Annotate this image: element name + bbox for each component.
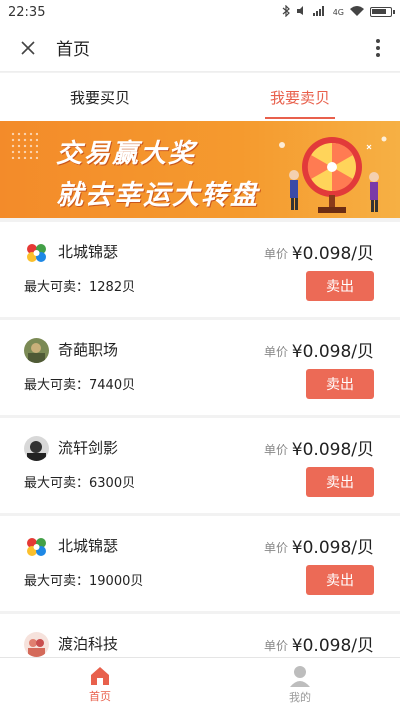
wifi-icon [350,5,364,19]
unit-price: ¥0.098/贝 [291,244,374,264]
sell-button[interactable]: 卖出 [306,271,374,301]
status-icons: 4G [282,4,395,20]
seller-name: 流轩剑影 [58,439,119,457]
seller-name: 奇葩职场 [58,341,119,359]
mute-icon [296,5,307,19]
network-label: 4G [332,7,344,17]
list-item: 北城锦瑟 单价 ¥0.098/贝 最大可卖：19000贝 卖出 [0,516,400,611]
status-time: 22:35 [8,4,46,20]
home-icon [91,666,109,685]
max-sellable: 最大可卖：19000贝 [24,574,144,589]
status-bar: 22:35 4G [0,0,400,24]
avatar [24,632,49,657]
price-label: 单价 [263,247,288,261]
bottom-nav-mine-label: 我的 [289,690,311,704]
sell-button[interactable]: 卖出 [306,565,374,595]
unit-price: ¥0.098/贝 [291,440,374,460]
close-button[interactable] [0,24,56,72]
bottom-nav-home[interactable]: 首页 [0,658,200,711]
sell-button[interactable]: 卖出 [306,467,374,497]
list-item: 奇葩职场 单价 ¥0.098/贝 最大可卖：7440贝 卖出 [0,320,400,415]
price-label: 单价 [263,541,288,555]
user-icon [290,665,310,687]
avatar [24,534,49,559]
unit-price: ¥0.098/贝 [291,538,374,558]
seller-name: 北城锦瑟 [58,243,119,261]
more-menu-button[interactable] [356,24,400,72]
seller-name: 渡泊科技 [58,635,119,653]
unit-price: ¥0.098/贝 [291,636,374,656]
max-sellable: 最大可卖：7440贝 [24,378,136,393]
banner-dots-decoration [10,131,38,159]
more-vert-icon [376,38,380,43]
avatar [24,240,49,265]
bottom-nav-mine[interactable]: 我的 [200,658,400,711]
bottom-nav: 首页 我的 [0,657,400,711]
tab-buy[interactable]: 我要买贝 [0,73,200,121]
price-label: 单价 [263,639,288,653]
battery-icon [370,7,395,17]
page-title: 首页 [56,40,90,60]
avatar [24,338,49,363]
list-item: 流轩剑影 单价 ¥0.098/贝 最大可卖：6300贝 卖出 [0,418,400,513]
close-icon [21,40,35,55]
banner-subheadline: 就去幸运大转盘 [56,180,259,211]
max-sellable: 最大可卖：1282贝 [24,280,136,295]
signal-icon [312,5,327,19]
tab-sell[interactable]: 我要卖贝 [200,73,400,121]
tab-bar: 我要买贝 我要卖贝 [0,73,400,121]
bluetooth-icon [282,4,290,20]
bottom-nav-home-label: 首页 [89,689,111,703]
seller-name: 北城锦瑟 [58,537,119,555]
promo-banner[interactable]: 交易赢大奖 就去幸运大转盘 [0,121,400,218]
max-sellable: 最大可卖：6300贝 [24,476,136,491]
banner-headline: 交易赢大奖 [56,139,197,169]
price-label: 单价 [263,443,288,457]
lucky-wheel-illustration [279,136,387,213]
nav-bar: 首页 [0,24,400,72]
unit-price: ¥0.098/贝 [291,342,374,362]
price-label: 单价 [263,345,288,359]
sell-button[interactable]: 卖出 [306,369,374,399]
list-item: 北城锦瑟 单价 ¥0.098/贝 最大可卖：1282贝 卖出 [0,222,400,317]
avatar [24,436,49,461]
